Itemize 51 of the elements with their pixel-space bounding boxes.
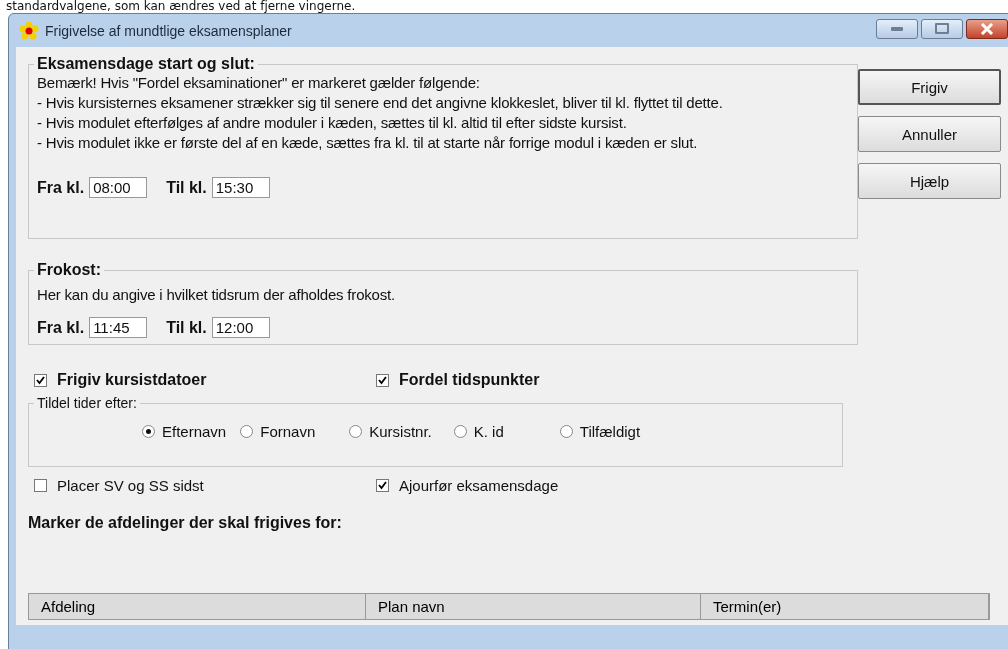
- window-title: Frigivelse af mundtlige eksamensplaner: [45, 22, 292, 39]
- time-field[interactable]: 08:00: [89, 177, 148, 198]
- group-title: Eksamensdage start og slut:: [36, 55, 256, 73]
- note-text: - Hvis kursisternes eksamener strækker sig til senere end det angivne klokkeslet, bliver til kl. flyttet til dette.: [37, 93, 724, 113]
- group-title: Tildel tider efter:: [36, 395, 138, 411]
- checkbox-label[interactable]: Placer SV og SS sidst: [57, 477, 204, 494]
- time-field[interactable]: 11:45: [89, 317, 148, 338]
- radio-button[interactable]: [559, 425, 573, 438]
- dialog-button[interactable]: Frigiv: [858, 69, 1001, 105]
- radio-label[interactable]: Tilfældigt: [579, 423, 641, 440]
- radio-button[interactable]: [240, 425, 254, 438]
- radio-label[interactable]: Efternavn: [162, 423, 227, 440]
- note-text: Her kan du angive i hvilket tidsrum der afholdes frokost.: [37, 285, 396, 305]
- minimize-button[interactable]: [876, 18, 918, 39]
- dialog-button[interactable]: Annuller: [858, 116, 1001, 152]
- radio-label[interactable]: K. id: [473, 423, 504, 440]
- group-title: Frokost:: [36, 261, 102, 279]
- checkbox-label[interactable]: Fordel tidspunkter: [399, 371, 540, 389]
- flower-icon: [19, 20, 39, 41]
- column-header[interactable]: Termin(er): [701, 594, 989, 619]
- dialog-button[interactable]: Hjælp: [858, 163, 1001, 199]
- time-label: Fra kl.: [37, 178, 85, 197]
- time-label: Til kl.: [166, 318, 207, 337]
- radio-button[interactable]: [453, 425, 467, 438]
- check-icon: [36, 375, 45, 385]
- note-text: - Hvis modulet efterfølges af andre moduler i kæden, sættes til kl. altid til efter sidste kursist.: [37, 113, 628, 133]
- radio-button[interactable]: [349, 425, 363, 438]
- note-text: Bemærk! Hvis "Fordel eksaminationer" er markeret gælder følgende:: [37, 73, 481, 93]
- radio-label[interactable]: Kursistnr.: [369, 423, 432, 440]
- time-label: Til kl.: [166, 178, 207, 197]
- checkbox[interactable]: [376, 373, 389, 387]
- radio-button[interactable]: [142, 425, 155, 438]
- time-field[interactable]: 15:30: [211, 177, 270, 198]
- checkbox-label[interactable]: Frigiv kursistdatoer: [57, 371, 207, 389]
- check-icon: [378, 481, 387, 490]
- close-icon: [980, 22, 994, 35]
- time-label: Fra kl.: [37, 318, 85, 337]
- column-header[interactable]: Afdeling: [29, 594, 366, 619]
- radio-label[interactable]: Fornavn: [260, 423, 316, 440]
- checkbox-label[interactable]: Ajourfør eksamensdage: [399, 477, 559, 494]
- close-button[interactable]: [966, 18, 1008, 39]
- note-text: - Hvis modulet ikke er første del af en kæde, sættes fra kl. til at starte når forrige modul i kæden er slut.: [37, 133, 699, 153]
- maximize-button[interactable]: [921, 18, 963, 39]
- checkbox[interactable]: [376, 479, 389, 492]
- time-field[interactable]: 12:00: [211, 317, 270, 338]
- checkbox[interactable]: [34, 373, 47, 387]
- checkbox[interactable]: [34, 479, 47, 492]
- check-icon: [378, 375, 387, 385]
- column-header[interactable]: Plan navn: [366, 594, 701, 619]
- page-text: standardvalgene, som kan ændres ved at fjerne vingerne.: [5, 0, 357, 13]
- section-title: Marker de afdelinger der skal frigives for:: [28, 514, 343, 532]
